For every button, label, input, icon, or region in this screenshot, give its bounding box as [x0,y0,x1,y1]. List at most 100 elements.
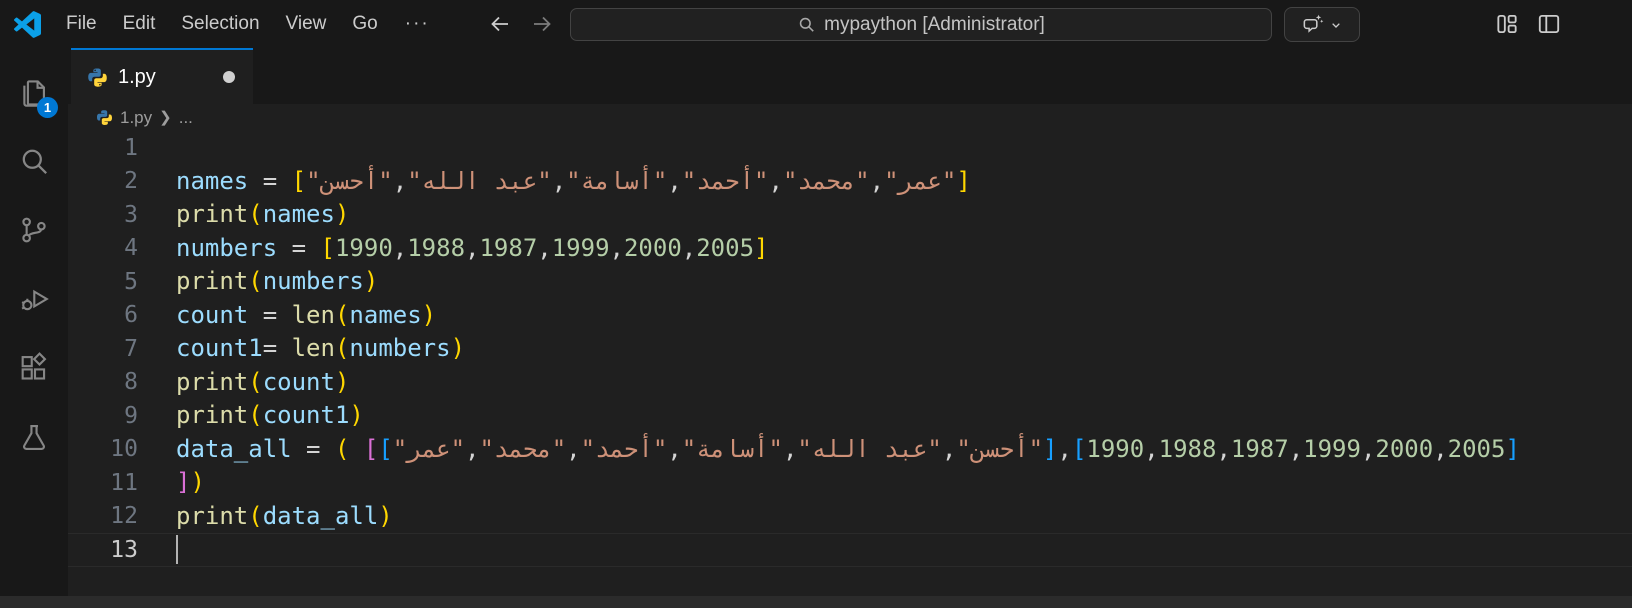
line-number: 12 [68,503,138,529]
code-token: numbers [176,234,277,262]
code-token: 1990 [335,234,393,262]
toggle-sidebar-icon[interactable] [1536,11,1562,37]
code-line-7[interactable]: 7count1= len(numbers) [68,332,1632,366]
code-token: "أحمد" [581,435,668,463]
code-token: , [1216,435,1230,463]
go-forward-button[interactable] [530,12,554,36]
code-line-13[interactable]: 13 [68,533,1632,567]
activity-extensions-button[interactable] [10,344,58,392]
breadcrumb-symbol[interactable]: ... [179,108,193,128]
more-menus-button[interactable]: ··· [391,8,444,40]
line-number: 4 [68,235,138,261]
code-line-10[interactable]: 10data_all = ( [["عمر","محمد","أحمد","أس… [68,433,1632,467]
code-token: ) [190,468,204,496]
line-number: 2 [68,168,138,194]
customize-layout-icon[interactable] [1494,11,1520,37]
code-token: , [667,167,681,195]
line-number: 3 [68,202,138,228]
code-token: [ [364,435,378,463]
code-token: 1999 [552,234,610,262]
code-token: = [292,435,335,463]
code-token: count [176,301,248,329]
code-token: [ [1072,435,1086,463]
code-token: "محمد" [783,167,870,195]
code-token: , [465,234,479,262]
copilot-chat-icon [1301,13,1324,36]
command-center-search[interactable]: mypaython [Administrator] [570,8,1272,41]
code-token: "أحسن" [306,167,393,195]
window-bottom-edge [0,596,1632,608]
code-token: "عبد الله" [797,435,942,463]
code-token: "أسامة" [566,167,667,195]
code-token: ( [248,200,262,228]
copilot-button[interactable] [1284,7,1360,42]
code-token: print [176,267,248,295]
tab-1py[interactable]: 1.py [71,48,253,104]
code-token: 1987 [1231,435,1289,463]
menu-item-selection[interactable]: Selection [168,8,272,40]
text-cursor [176,535,178,564]
code-line-9[interactable]: 9print(count1) [68,399,1632,433]
python-file-icon [96,109,113,126]
code-line-12[interactable]: 12print(data_all) [68,500,1632,534]
code-token: ( [248,401,262,429]
code-token: count1 [263,401,350,429]
activity-testing-button[interactable] [10,413,58,461]
vscode-logo-icon [14,11,41,38]
code-token: 2000 [1375,435,1433,463]
code-line-6[interactable]: 6count = len(names) [68,299,1632,333]
breadcrumb: 1.py ❯ ... [68,104,1632,131]
line-number: 10 [68,436,138,462]
code-token: ( [248,368,262,396]
code-token: , [537,234,551,262]
code-token: data_all [176,435,292,463]
tab-label: 1.py [118,66,156,89]
copilot-dropdown-chevron-icon[interactable] [1328,17,1344,33]
code-token: , [1144,435,1158,463]
code-line-2[interactable]: 2names = ["أحسن","عبد الله","أسامة","أحم… [68,165,1632,199]
code-line-3[interactable]: 3print(names) [68,198,1632,232]
breadcrumb-file[interactable]: 1.py [120,108,152,128]
line-number: 1 [68,135,138,161]
code-token: , [1058,435,1072,463]
title-bar: FileEditSelectionViewGo ··· mypaython [A… [0,0,1632,48]
code-token: , [1289,435,1303,463]
activity-search-button[interactable] [10,137,58,185]
code-token: "عمر" [884,167,956,195]
go-back-button[interactable] [488,12,512,36]
code-line-4[interactable]: 4numbers = [1990,1988,1987,1999,2000,200… [68,232,1632,266]
code-token: , [682,234,696,262]
code-token: 1988 [407,234,465,262]
tab-modified-dot[interactable] [223,71,235,83]
code-token: [ [378,435,392,463]
code-token: 1999 [1303,435,1361,463]
code-token: 2005 [1448,435,1506,463]
code-token: = [263,334,292,362]
line-number: 7 [68,336,138,362]
code-token: "أسامة" [682,435,783,463]
menu-item-file[interactable]: File [53,8,110,40]
code-token: ( [335,301,349,329]
code-token: , [768,167,782,195]
activity-explorer-button[interactable]: 1 [10,68,58,116]
menu-item-edit[interactable]: Edit [110,8,169,40]
line-number: 9 [68,403,138,429]
code-token [349,435,363,463]
activity-run-debug-button[interactable] [10,275,58,323]
code-token: [ [321,234,335,262]
code-token: , [465,435,479,463]
code-token: , [566,435,580,463]
code-line-11[interactable]: 11]) [68,466,1632,500]
code-token: , [393,234,407,262]
menu-item-go[interactable]: Go [339,8,390,40]
code-line-8[interactable]: 8print(count) [68,366,1632,400]
code-token: = [277,234,320,262]
code-token: count1 [176,334,263,362]
code-token: ] [176,468,190,496]
menu-item-view[interactable]: View [273,8,340,40]
code-token: ) [335,200,349,228]
activity-source-control-button[interactable] [10,206,58,254]
code-line-1[interactable]: 1 [68,131,1632,165]
code-token: "أحمد" [682,167,769,195]
code-line-5[interactable]: 5print(numbers) [68,265,1632,299]
